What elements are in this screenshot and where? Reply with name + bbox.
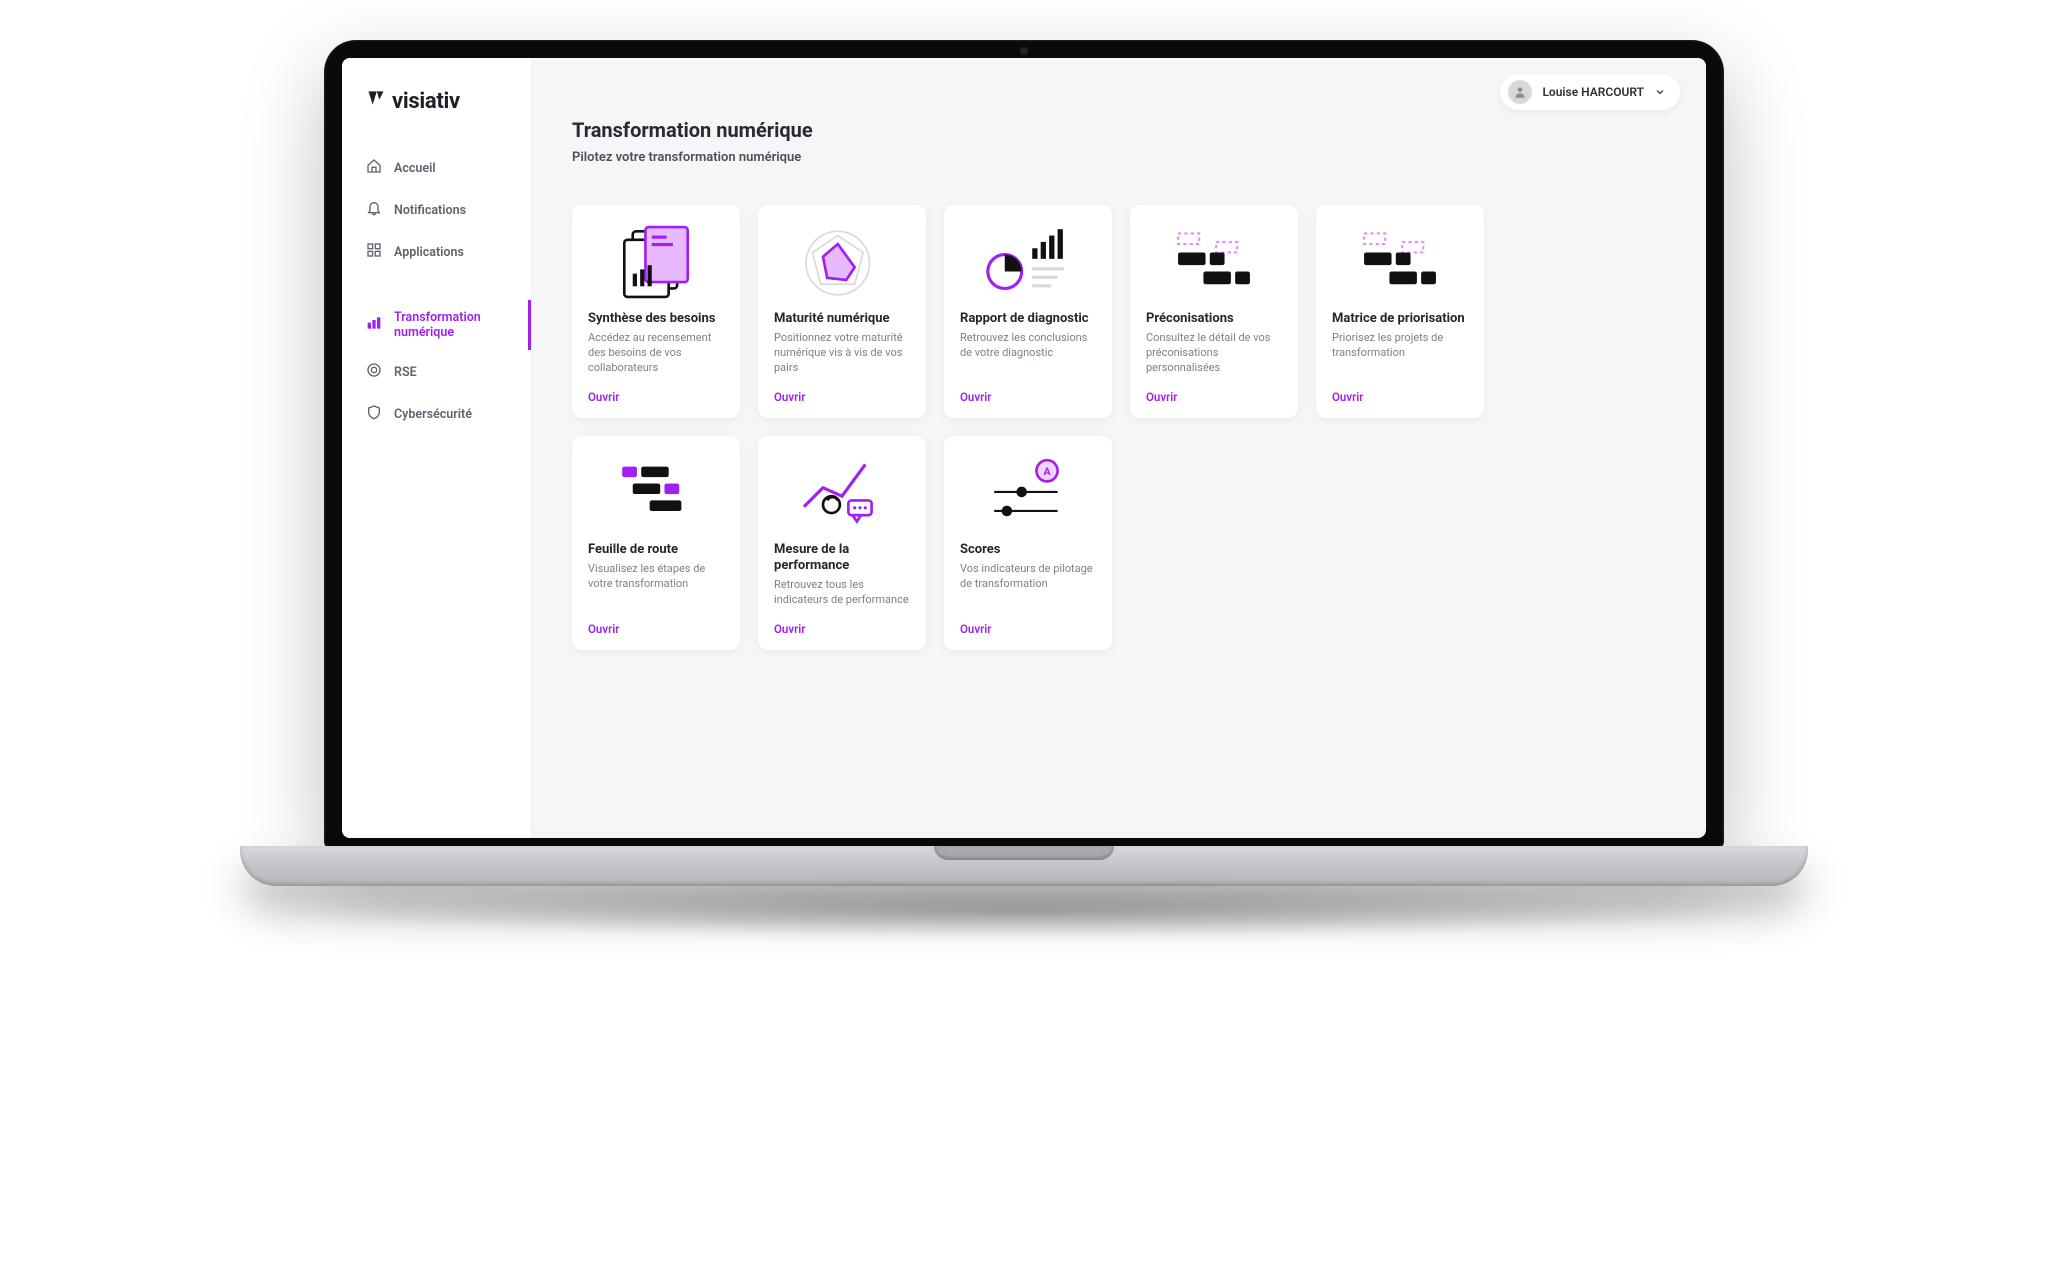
card[interactable]: Rapport de diagnostic Retrouvez les concl… bbox=[944, 205, 1112, 418]
card-illustration bbox=[1146, 223, 1282, 301]
home-icon bbox=[366, 158, 382, 178]
card-open-link[interactable]: Ouvrir bbox=[960, 622, 991, 636]
card-description: Retrouvez les conclusions de votre diagn… bbox=[960, 331, 1096, 376]
card-title: Synthèse des besoins bbox=[588, 311, 724, 327]
card-title: Rapport de diagnostic bbox=[960, 311, 1096, 327]
card-open-link[interactable]: Ouvrir bbox=[588, 622, 619, 636]
target-icon bbox=[366, 362, 382, 382]
content: Transformation numérique Pilotez votre t… bbox=[532, 110, 1706, 690]
card[interactable]: Mesure de la performanceRetrouvez tous l… bbox=[758, 436, 926, 650]
card-title: Matrice de priorisation bbox=[1332, 311, 1468, 327]
card-title: Maturité numérique bbox=[774, 311, 910, 327]
card-description: Priorisez les projets de transformation bbox=[1332, 331, 1468, 376]
card-grid: Synthèse des besoins Accédez au recenseme… bbox=[572, 205, 1666, 650]
card-description: Consultez le détail de vos préconisation… bbox=[1146, 331, 1282, 376]
main: Louise HARCOURT Transformation numérique… bbox=[532, 58, 1706, 838]
user-name: Louise HARCOURT bbox=[1542, 85, 1644, 99]
user-menu[interactable]: Louise HARCOURT bbox=[1500, 74, 1680, 110]
sidebar-item-label: Accueil bbox=[394, 161, 436, 176]
sidebar-item-label: Notifications bbox=[394, 203, 466, 218]
card-illustration bbox=[588, 223, 724, 301]
card-title: Scores bbox=[960, 542, 1096, 558]
shield-icon bbox=[366, 404, 382, 424]
card-open-link[interactable]: Ouvrir bbox=[774, 622, 805, 636]
card[interactable]: Matrice de priorisation Priorisez les pro… bbox=[1316, 205, 1484, 418]
nav-primary: Accueil Notifications Appl bbox=[342, 148, 531, 272]
nav-secondary: Transformation numérique RSE bbox=[342, 300, 531, 434]
card-title: Préconisations bbox=[1146, 311, 1282, 327]
brand[interactable]: visiativ bbox=[342, 88, 531, 148]
camera-dot bbox=[1020, 47, 1028, 55]
sidebar-item-notifications[interactable]: Notifications bbox=[342, 190, 531, 230]
sidebar-item-label: Applications bbox=[394, 245, 464, 260]
topbar: Louise HARCOURT bbox=[532, 58, 1706, 110]
card-illustration bbox=[960, 454, 1096, 532]
card[interactable]: Maturité numérique Positionnez votre matu… bbox=[758, 205, 926, 418]
card-title: Mesure de la performance bbox=[774, 542, 910, 575]
sidebar: visiativ Accueil bbox=[342, 58, 532, 838]
card-title: Feuille de route bbox=[588, 542, 724, 558]
card-open-link[interactable]: Ouvrir bbox=[1332, 390, 1363, 404]
card[interactable]: Scores Vos indicateurs de pilotage de tra… bbox=[944, 436, 1112, 650]
laptop-bezel: visiativ Accueil bbox=[324, 40, 1724, 848]
card[interactable]: Feuille de route Visualisez les étapes de… bbox=[572, 436, 740, 650]
sidebar-item-cybersecurite[interactable]: Cybersécurité bbox=[342, 394, 531, 434]
sidebar-item-label: Cybersécurité bbox=[394, 407, 472, 422]
chevron-down-icon bbox=[1654, 83, 1666, 102]
sidebar-item-label: Transformation numérique bbox=[394, 310, 510, 340]
sidebar-item-rse[interactable]: RSE bbox=[342, 352, 531, 392]
brand-name: visiativ bbox=[392, 89, 460, 114]
drop-shadow bbox=[289, 880, 1759, 940]
card-open-link[interactable]: Ouvrir bbox=[774, 390, 805, 404]
avatar bbox=[1508, 80, 1532, 104]
card-open-link[interactable]: Ouvrir bbox=[588, 390, 619, 404]
brand-logo-icon bbox=[366, 88, 386, 114]
sidebar-item-applications[interactable]: Applications bbox=[342, 232, 531, 272]
trackpad-notch bbox=[934, 846, 1114, 860]
apps-icon bbox=[366, 242, 382, 262]
screen: visiativ Accueil bbox=[342, 58, 1706, 838]
laptop-frame: visiativ Accueil bbox=[324, 40, 1724, 940]
card-illustration bbox=[1332, 223, 1468, 301]
card[interactable]: Préconisations Consultez le détail de vos… bbox=[1130, 205, 1298, 418]
card-open-link[interactable]: Ouvrir bbox=[1146, 390, 1177, 404]
sidebar-item-accueil[interactable]: Accueil bbox=[342, 148, 531, 188]
card-illustration bbox=[774, 223, 910, 301]
sidebar-item-transformation-numerique[interactable]: Transformation numérique bbox=[342, 300, 531, 350]
card[interactable]: Synthèse des besoins Accédez au recenseme… bbox=[572, 205, 740, 418]
app-root: visiativ Accueil bbox=[342, 58, 1706, 838]
card-description: Accédez au recensement des besoins de vo… bbox=[588, 331, 724, 376]
page-subtitle: Pilotez votre transformation numérique bbox=[572, 150, 1666, 165]
card-illustration bbox=[774, 454, 910, 532]
card-description: Visualisez les étapes de votre transform… bbox=[588, 562, 724, 608]
card-illustration bbox=[588, 454, 724, 532]
bars-icon bbox=[366, 315, 382, 335]
sidebar-item-label: RSE bbox=[394, 365, 417, 380]
page-title: Transformation numérique bbox=[572, 118, 1666, 142]
bell-icon bbox=[366, 200, 382, 220]
card-description: Positionnez votre maturité numérique vis… bbox=[774, 331, 910, 376]
card-description: Retrouvez tous les indicateurs de perfor… bbox=[774, 578, 910, 608]
card-open-link[interactable]: Ouvrir bbox=[960, 390, 991, 404]
card-illustration bbox=[960, 223, 1096, 301]
card-description: Vos indicateurs de pilotage de transform… bbox=[960, 562, 1096, 608]
